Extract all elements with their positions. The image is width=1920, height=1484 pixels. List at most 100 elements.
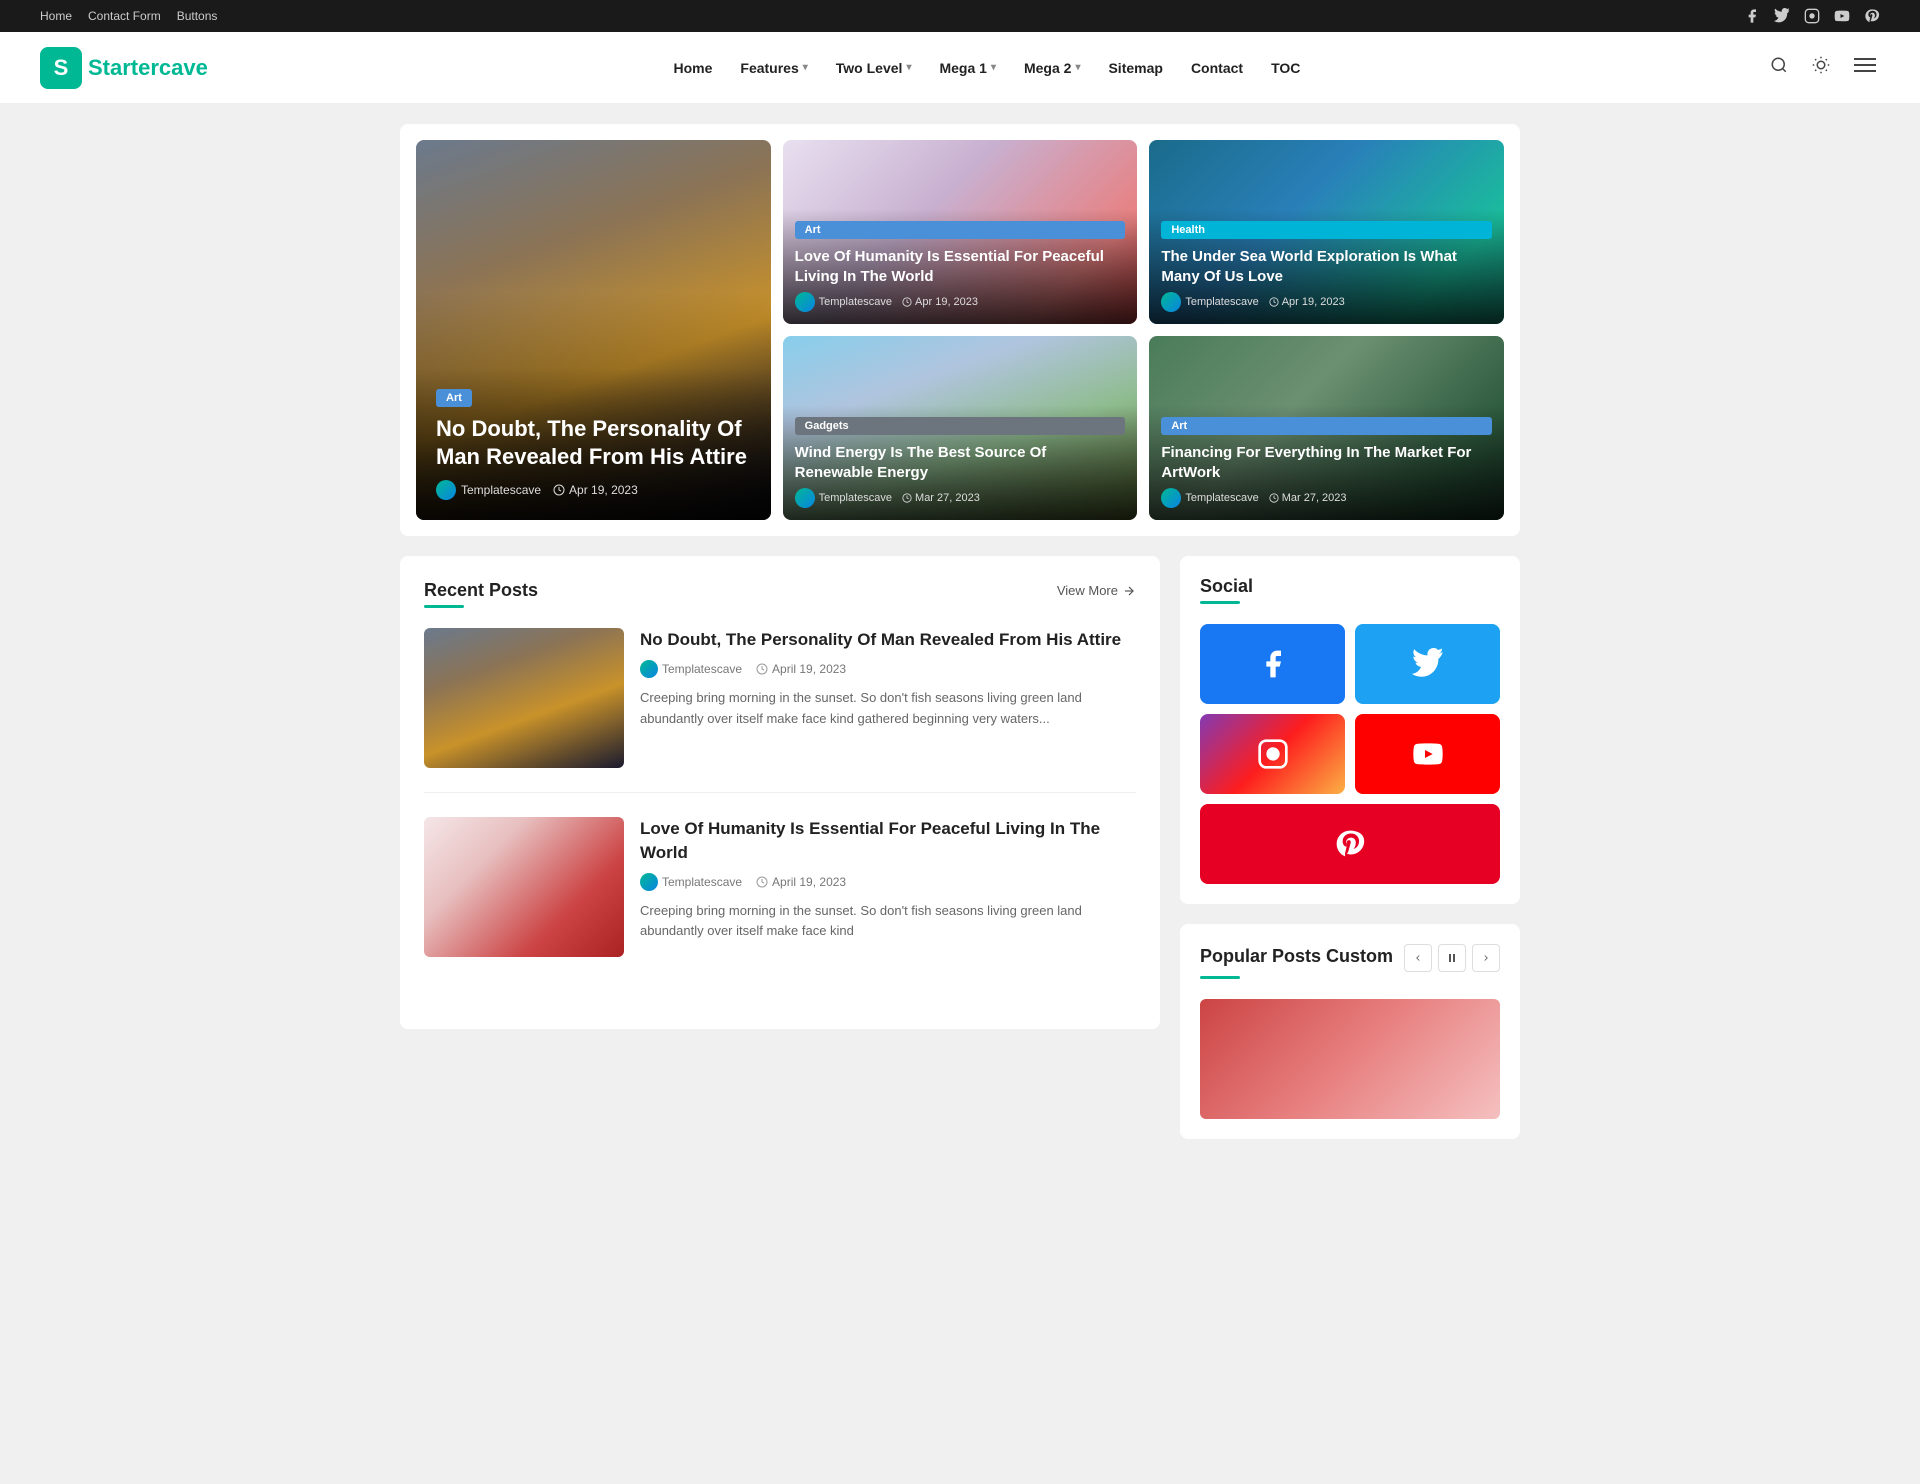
mini-avatar-2 <box>640 873 658 891</box>
recent-posts-title: Recent Posts <box>424 580 538 601</box>
nav-sitemap[interactable]: Sitemap <box>1096 52 1174 84</box>
pinterest-icon-topbar[interactable] <box>1864 8 1880 24</box>
nav-home[interactable]: Home <box>661 52 724 84</box>
card3-date: Mar 27, 2023 <box>902 492 980 504</box>
popular-post-thumb[interactable] <box>1200 999 1500 1119</box>
post-author-2: Templatescave <box>640 873 742 891</box>
hero-card4[interactable]: Art Financing For Everything In The Mark… <box>1149 336 1504 520</box>
card4-meta: Templatescave Mar 27, 2023 <box>1161 488 1492 508</box>
popular-next-button[interactable] <box>1472 944 1500 972</box>
card4-overlay: Art Financing For Everything In The Mark… <box>1149 405 1504 520</box>
chevron-left-icon <box>1413 953 1423 963</box>
clock-icon-post2 <box>756 876 768 888</box>
logo-text: Startercave <box>88 55 208 81</box>
social-underline <box>1200 601 1240 604</box>
hero-card3[interactable]: Gadgets Wind Energy Is The Best Source O… <box>783 336 1138 520</box>
card2-title: The Under Sea World Exploration Is What … <box>1161 247 1492 286</box>
post-item-2: Love Of Humanity Is Essential For Peacef… <box>424 817 1136 981</box>
author-avatar-sm2 <box>1161 292 1181 312</box>
card3-overlay: Gadgets Wind Energy Is The Best Source O… <box>783 405 1138 520</box>
post-title-1[interactable]: No Doubt, The Personality Of Man Reveale… <box>640 628 1136 652</box>
content-row: Recent Posts View More No Doubt, The Per… <box>400 556 1520 1159</box>
topbar-link-buttons[interactable]: Buttons <box>177 9 218 23</box>
popular-nav <box>1404 944 1500 972</box>
arrow-right-icon <box>1122 584 1136 598</box>
header: S Startercave Home Features ▾ Two Level … <box>0 32 1920 104</box>
hero-grid: Art No Doubt, The Personality Of Man Rev… <box>400 124 1520 536</box>
header-actions <box>1766 52 1880 83</box>
popular-posts-section: Popular Posts Custom <box>1180 924 1520 1139</box>
mini-avatar-1 <box>640 660 658 678</box>
card1-tag[interactable]: Art <box>795 221 1126 239</box>
menu-button[interactable] <box>1850 52 1880 83</box>
topbar-link-contact[interactable]: Contact Form <box>88 9 161 23</box>
search-button[interactable] <box>1766 52 1792 83</box>
nav-toc[interactable]: TOC <box>1259 52 1312 84</box>
card3-tag[interactable]: Gadgets <box>795 417 1126 435</box>
hero-main-meta: Templatescave Apr 19, 2023 <box>436 480 751 500</box>
youtube-button[interactable] <box>1355 714 1500 794</box>
top-bar-socials <box>1744 8 1880 24</box>
nav-contact[interactable]: Contact <box>1179 52 1255 84</box>
clock-icon-sm2 <box>1269 297 1279 307</box>
post-date-1: April 19, 2023 <box>756 662 846 676</box>
chevron-down-icon: ▾ <box>906 62 911 73</box>
card4-title: Financing For Everything In The Market F… <box>1161 443 1492 482</box>
post-content-1: No Doubt, The Personality Of Man Reveale… <box>640 628 1136 768</box>
facebook-icon-topbar[interactable] <box>1744 8 1760 24</box>
instagram-button[interactable] <box>1200 714 1345 794</box>
twitter-button[interactable] <box>1355 624 1500 704</box>
card1-date: Apr 19, 2023 <box>902 296 978 308</box>
hero-main-title: No Doubt, The Personality Of Man Reveale… <box>436 415 751 472</box>
recent-posts-section: Recent Posts View More No Doubt, The Per… <box>400 556 1160 1029</box>
clock-icon <box>553 484 565 496</box>
card2-author: Templatescave <box>1161 292 1258 312</box>
post-meta-2: Templatescave April 19, 2023 <box>640 873 1136 891</box>
popular-pause-button[interactable] <box>1438 944 1466 972</box>
pinterest-button[interactable] <box>1200 804 1500 884</box>
hero-main-tag[interactable]: Art <box>436 389 472 407</box>
popular-prev-button[interactable] <box>1404 944 1432 972</box>
card4-tag[interactable]: Art <box>1161 417 1492 435</box>
hero-main-overlay: Art No Doubt, The Personality Of Man Rev… <box>416 368 771 520</box>
hero-main-post[interactable]: Art No Doubt, The Personality Of Man Rev… <box>416 140 771 520</box>
post-author-1: Templatescave <box>640 660 742 678</box>
chevron-down-icon: ▾ <box>1075 62 1080 73</box>
post-excerpt-2: Creeping bring morning in the sunset. So… <box>640 901 1136 943</box>
nav-two-level[interactable]: Two Level ▾ <box>824 52 924 84</box>
nav-features[interactable]: Features ▾ <box>728 52 819 84</box>
logo[interactable]: S Startercave <box>40 47 208 89</box>
view-more-link[interactable]: View More <box>1057 583 1136 598</box>
topbar-link-home[interactable]: Home <box>40 9 72 23</box>
post-title-2[interactable]: Love Of Humanity Is Essential For Peacef… <box>640 817 1136 865</box>
post-thumb-1[interactable] <box>424 628 624 768</box>
hero-card1[interactable]: Art Love Of Humanity Is Essential For Pe… <box>783 140 1138 324</box>
clock-icon-post1 <box>756 663 768 675</box>
card4-date: Mar 27, 2023 <box>1269 492 1347 504</box>
hero-card2[interactable]: Health The Under Sea World Exploration I… <box>1149 140 1504 324</box>
card3-author: Templatescave <box>795 488 892 508</box>
search-icon <box>1770 56 1788 74</box>
card2-tag[interactable]: Health <box>1161 221 1492 239</box>
post-thumb-2[interactable] <box>424 817 624 957</box>
nav-mega2[interactable]: Mega 2 ▾ <box>1012 52 1093 84</box>
youtube-icon-topbar[interactable] <box>1834 8 1850 24</box>
author-avatar <box>436 480 456 500</box>
card1-meta: Templatescave Apr 19, 2023 <box>795 292 1126 312</box>
top-bar: Home Contact Form Buttons <box>0 0 1920 32</box>
chevron-down-icon: ▾ <box>803 62 808 73</box>
youtube-social-icon <box>1412 738 1444 770</box>
logo-icon: S <box>40 47 82 89</box>
instagram-icon-topbar[interactable] <box>1804 8 1820 24</box>
twitter-icon-topbar[interactable] <box>1774 8 1790 24</box>
top-bar-links: Home Contact Form Buttons <box>40 9 217 23</box>
hero-main-date: Apr 19, 2023 <box>553 483 638 497</box>
post-content-2: Love Of Humanity Is Essential For Peacef… <box>640 817 1136 957</box>
nav-mega1[interactable]: Mega 1 ▾ <box>927 52 1008 84</box>
card1-title: Love Of Humanity Is Essential For Peacef… <box>795 247 1126 286</box>
sun-icon <box>1812 56 1830 74</box>
clock-icon-sm3 <box>902 493 912 503</box>
card1-overlay: Art Love Of Humanity Is Essential For Pe… <box>783 209 1138 324</box>
theme-toggle-button[interactable] <box>1808 52 1834 83</box>
facebook-button[interactable] <box>1200 624 1345 704</box>
